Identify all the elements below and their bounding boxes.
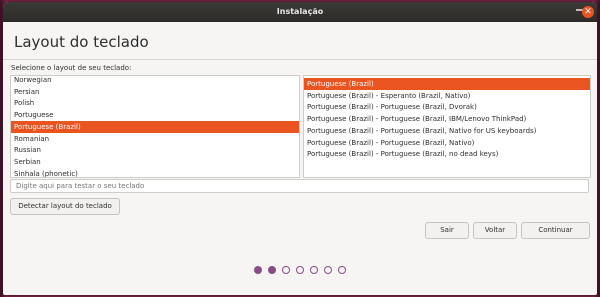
window-title: Instalação [276, 7, 324, 16]
list-item[interactable]: Portuguese (Brazil) - Portuguese (Brazil… [304, 148, 590, 160]
back-button[interactable]: Voltar [473, 222, 517, 239]
detect-layout-button[interactable]: Detectar layout do teclado [10, 198, 120, 215]
list-item[interactable]: Portuguese (Brazil) [11, 120, 299, 133]
progress-dot [296, 266, 304, 274]
list-item[interactable]: Persian [11, 86, 299, 98]
progress-dot [282, 266, 290, 274]
list-item[interactable]: Portuguese (Brazil) - Portuguese (Brazil… [304, 137, 590, 149]
progress-dot [338, 266, 346, 274]
progress-dot [254, 266, 262, 274]
list-item[interactable]: Portuguese (Brazil) - Portuguese (Brazil… [304, 125, 590, 137]
list-item[interactable]: Polish [11, 97, 299, 109]
header-divider [3, 59, 597, 60]
list-item[interactable]: Portuguese (Brazil) - Portuguese (Brazil… [304, 113, 590, 125]
list-item[interactable]: Portuguese (Brazil) - Esperanto (Brazil,… [304, 90, 590, 102]
progress-dot [268, 266, 276, 274]
list-item[interactable]: Sinhala (phonetic) [11, 168, 299, 177]
keyboard-test-input[interactable] [10, 179, 589, 193]
layout-prompt-label: Selecione o layout de seu teclado: [11, 64, 132, 72]
close-icon[interactable]: ✕ [582, 6, 594, 18]
progress-indicator [254, 266, 354, 276]
list-item[interactable]: Serbian [11, 156, 299, 168]
quit-button[interactable]: Sair [425, 222, 469, 239]
list-item[interactable]: Portuguese [11, 109, 299, 121]
progress-dot [324, 266, 332, 274]
continue-button[interactable]: Continuar [521, 222, 590, 239]
list-item[interactable]: Portuguese (Brazil) - Portuguese (Brazil… [304, 101, 590, 113]
progress-dot [310, 266, 318, 274]
list-item[interactable]: Portuguese (Brazil) [304, 78, 590, 90]
title-bar[interactable]: Instalação ✕ [3, 2, 597, 22]
installer-window: Instalação ✕ Layout do teclado Selecione… [3, 2, 597, 295]
list-item[interactable]: Russian [11, 144, 299, 156]
layout-list[interactable]: Norwegian Persian Polish Portuguese Portugue… [10, 75, 300, 178]
list-item[interactable]: Romanian [11, 133, 299, 145]
variant-list[interactable]: Portuguese (Brazil) Portuguese (Brazil) -… [303, 75, 591, 178]
page-title: Layout do teclado [14, 33, 149, 51]
list-item[interactable]: Norwegian [11, 76, 299, 86]
